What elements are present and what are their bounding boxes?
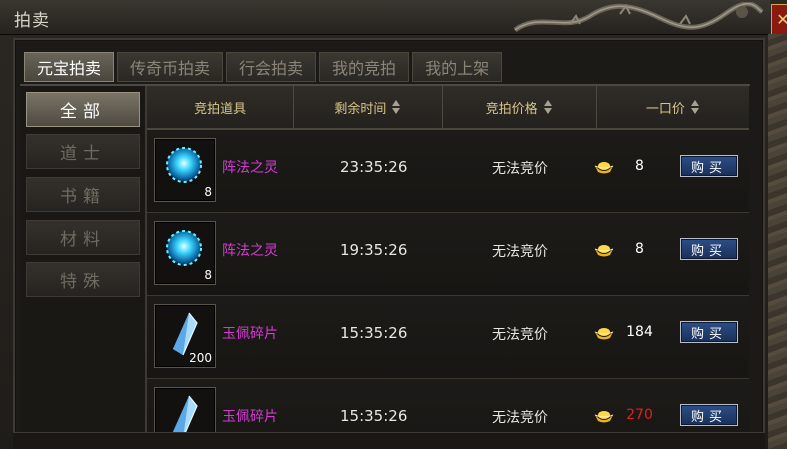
buy-button[interactable]: 购买 [680, 238, 738, 260]
auction-tabs: 元宝拍卖 传奇币拍卖 行会拍卖 我的竞拍 我的上架 [24, 52, 503, 82]
buy-button[interactable]: 购买 [680, 321, 738, 343]
tab-label: 元宝拍卖 [37, 59, 102, 78]
category-books[interactable]: 书籍 [26, 177, 140, 212]
category-label: 书籍 [60, 187, 106, 207]
item-quantity: 8 [204, 268, 212, 282]
table-row[interactable]: 8 阵法之灵 19:35:26 无法竞价 8 购买 [147, 213, 749, 296]
window-edge-decoration [768, 34, 787, 449]
tab-yuanbao-auction[interactable]: 元宝拍卖 [24, 52, 115, 82]
column-label: 一口价 [645, 101, 685, 117]
buy-label: 购买 [690, 243, 727, 259]
item-name[interactable]: 玉佩碎片 [222, 406, 278, 426]
tab-my-listings[interactable]: 我的上架 [412, 52, 503, 82]
crystal-shard-icon [173, 395, 198, 432]
auction-list: 8 阵法之灵 23:35:26 无法竞价 8 购买 8 阵法之灵 19:35:2… [147, 130, 749, 432]
category-label: 道士 [60, 144, 106, 164]
tab-label: 传奇币拍卖 [130, 59, 211, 78]
bid-price: 无法竞价 [492, 327, 548, 343]
tab-label: 我的竞拍 [332, 59, 397, 78]
column-bid-price[interactable]: 竞拍价格 [443, 86, 597, 128]
item-slot[interactable]: 200 [154, 304, 216, 368]
item-quantity: 8 [204, 185, 212, 199]
column-label: 竞拍价格 [485, 101, 538, 117]
category-label: 全部 [60, 102, 106, 122]
category-sidebar: 全部 道士 书籍 材料 特殊 [20, 86, 147, 449]
table-row[interactable]: 8 阵法之灵 23:35:26 无法竞价 8 购买 [147, 130, 749, 213]
tab-label: 我的上架 [425, 59, 490, 78]
gold-ingot-icon [594, 411, 614, 423]
buy-label: 购买 [690, 326, 727, 342]
remaining-time: 15:35:26 [340, 407, 408, 425]
bid-price: 无法竞价 [492, 161, 548, 177]
column-label: 剩余时间 [334, 101, 387, 117]
item-name[interactable]: 阵法之灵 [222, 157, 278, 177]
bid-price: 无法竞价 [492, 244, 548, 260]
close-button[interactable]: ✕ [771, 4, 787, 36]
buy-button[interactable]: 购买 [680, 404, 738, 426]
dragon-ornament-icon [513, 2, 764, 33]
sort-icon [392, 100, 401, 114]
column-label: 竞拍道具 [194, 101, 247, 117]
category-taoist[interactable]: 道士 [26, 134, 140, 169]
gold-ingot-icon [594, 245, 614, 257]
tab-my-bids[interactable]: 我的竞拍 [319, 52, 410, 82]
auction-window: 拍卖 ✕ 元宝拍卖 传奇币拍卖 行会拍卖 我的竞拍 我的上架 全部 道士 书籍 … [0, 0, 787, 449]
buyout-price: 8 [635, 241, 644, 257]
item-slot[interactable]: 8 [154, 138, 216, 202]
window-title: 拍卖 [14, 11, 50, 31]
table-row[interactable]: 玉佩碎片 15:35:26 无法竞价 270 购买 [147, 379, 749, 432]
column-remaining-time[interactable]: 剩余时间 [294, 86, 443, 128]
table-row[interactable]: 200 玉佩碎片 15:35:26 无法竞价 184 购买 [147, 296, 749, 379]
blue-orb-icon [166, 147, 202, 183]
buyout-price: 8 [635, 158, 644, 174]
column-item: 竞拍道具 [147, 86, 295, 128]
close-icon: ✕ [776, 10, 787, 29]
tab-coin-auction[interactable]: 传奇币拍卖 [117, 52, 224, 82]
category-all[interactable]: 全部 [26, 92, 140, 127]
buy-label: 购买 [690, 160, 727, 176]
item-name[interactable]: 玉佩碎片 [222, 323, 278, 343]
sort-icon [690, 100, 700, 114]
buyout-price: 184 [626, 324, 653, 340]
bottom-rim [13, 432, 765, 449]
title-bar[interactable]: 拍卖 [0, 0, 770, 35]
tab-guild-auction[interactable]: 行会拍卖 [226, 52, 317, 82]
category-special[interactable]: 特殊 [26, 262, 140, 297]
category-label: 材料 [60, 230, 106, 250]
item-slot[interactable]: 8 [154, 221, 216, 285]
remaining-time: 23:35:26 [340, 158, 408, 176]
item-slot[interactable] [154, 387, 216, 432]
sort-icon [543, 100, 553, 114]
item-quantity: 200 [189, 351, 212, 365]
item-name[interactable]: 阵法之灵 [222, 240, 278, 260]
blue-orb-icon [166, 230, 202, 266]
buy-label: 购买 [690, 409, 727, 425]
remaining-time: 19:35:26 [340, 241, 408, 259]
column-buyout-price[interactable]: 一口价 [597, 86, 749, 128]
category-materials[interactable]: 材料 [26, 220, 140, 255]
table-header: 竞拍道具 剩余时间 竞拍价格 一口价 [147, 86, 749, 130]
category-label: 特殊 [60, 272, 106, 292]
buy-button[interactable]: 购买 [680, 155, 738, 177]
buyout-price: 270 [626, 407, 653, 423]
remaining-time: 15:35:26 [340, 324, 408, 342]
gold-ingot-icon [594, 328, 614, 340]
bid-price: 无法竞价 [492, 410, 548, 426]
gold-ingot-icon [594, 162, 614, 174]
tab-label: 行会拍卖 [239, 59, 304, 78]
